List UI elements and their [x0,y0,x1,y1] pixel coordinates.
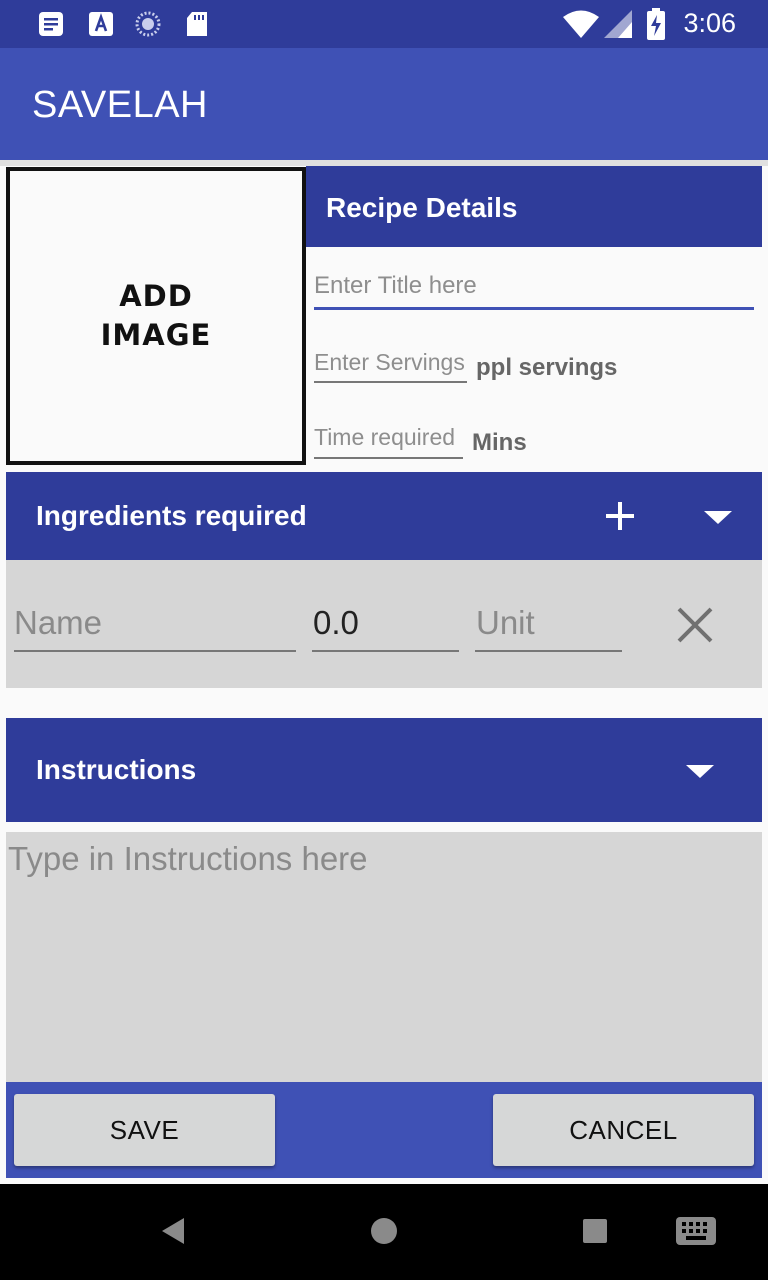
ingredient-quantity-underline [312,650,459,652]
title-input[interactable]: Enter Title here [314,272,754,304]
status-time: 3:06 [683,8,736,38]
add-image-button[interactable]: ADD IMAGE [6,167,306,465]
recents-icon[interactable] [580,1212,610,1250]
recipe-details-header: Recipe Details [306,166,762,247]
dropdown-arrow-icon[interactable] [700,503,736,531]
keyboard-icon[interactable] [674,1212,718,1250]
servings-input-underline [314,381,467,383]
loading-icon [135,11,161,37]
wifi-icon [563,10,599,38]
title-input-underline [314,307,754,310]
ingredient-unit-underline [475,650,622,652]
ingredient-quantity-input[interactable]: 0.0 [313,604,359,642]
back-icon[interactable] [158,1212,186,1250]
app-title: SAVELAH [32,84,208,126]
notes-icon [39,12,63,36]
recipe-details-title: Recipe Details [326,192,518,223]
add-image-label: ADD IMAGE [100,279,212,352]
save-button[interactable]: SAVE [14,1094,275,1166]
ingredients-title: Ingredients required [36,500,307,531]
plus-icon[interactable] [600,496,640,536]
instructions-textarea[interactable]: Type in Instructions here [6,832,762,1082]
time-input[interactable]: Time required [314,424,464,454]
cancel-button[interactable]: CANCEL [493,1094,754,1166]
servings-unit-label: ppl servings [476,354,618,381]
signal-icon [604,10,632,38]
time-unit-label: Mins [472,429,527,456]
ingredient-name-underline [14,650,296,652]
home-icon[interactable] [368,1212,400,1250]
ingredient-name-input[interactable]: Name [14,604,102,642]
status-bar: 3:06 [0,0,768,48]
instructions-title: Instructions [36,754,197,785]
sd-card-icon [187,12,207,36]
dropdown-arrow-icon[interactable] [682,757,718,785]
ingredient-row [6,560,762,688]
ingredient-unit-input[interactable]: Unit [476,604,535,642]
instructions-placeholder: Type in Instructions here [8,840,368,877]
time-input-underline [314,457,463,459]
close-icon[interactable] [672,602,718,648]
battery-charging-icon [647,8,665,40]
font-icon [89,12,113,36]
servings-input[interactable]: Enter Servings [314,349,469,379]
